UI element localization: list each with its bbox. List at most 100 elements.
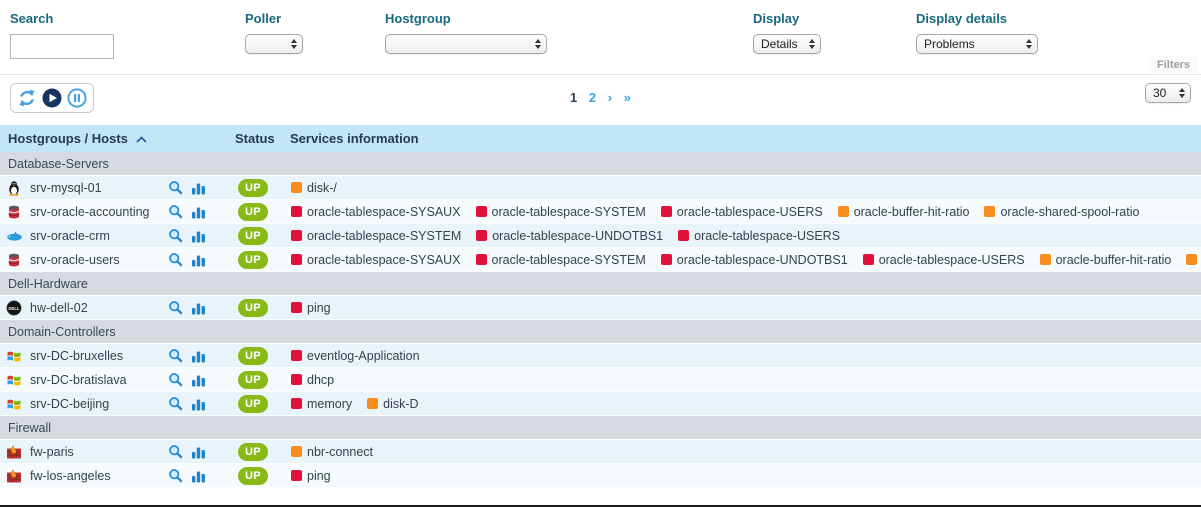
- page-current[interactable]: 1: [570, 90, 577, 105]
- performance-graph-icon[interactable]: [191, 397, 206, 411]
- host-link[interactable]: srv-DC-beijing: [30, 397, 109, 411]
- critical-status-square: [863, 254, 874, 265]
- view-service-details-icon[interactable]: [168, 228, 183, 243]
- column-header-hosts[interactable]: Hostgroups / Hosts: [0, 131, 235, 146]
- status-cell: UP: [235, 227, 290, 245]
- host-cell: DELLhw-dell-02: [0, 296, 235, 319]
- performance-graph-icon[interactable]: [191, 469, 206, 483]
- page-size-select[interactable]: 30: [1145, 83, 1191, 103]
- service-link[interactable]: disk-D: [383, 397, 418, 411]
- windows-icon: [6, 372, 23, 388]
- view-service-details-icon[interactable]: [168, 180, 183, 195]
- services-cell: disk-/: [290, 181, 1201, 195]
- critical-status-square: [476, 254, 487, 265]
- view-service-details-icon[interactable]: [168, 300, 183, 315]
- hostgroup-row[interactable]: Firewall: [0, 416, 1201, 440]
- performance-graph-icon[interactable]: [191, 445, 206, 459]
- service-link[interactable]: oracle-tablespace-SYSTEM: [492, 205, 646, 219]
- filters-button[interactable]: Filters: [1148, 56, 1199, 74]
- host-link[interactable]: srv-oracle-crm: [30, 229, 110, 243]
- performance-graph-icon[interactable]: [191, 253, 206, 267]
- service-link[interactable]: oracle-tablespace-USERS: [677, 205, 823, 219]
- page-last-link[interactable]: »: [624, 90, 631, 105]
- service-item: disk-D: [367, 397, 418, 411]
- column-header-services: Services information: [290, 131, 1201, 146]
- service-link[interactable]: oracle-tablespace-SYSTEM: [307, 229, 461, 243]
- hostgroup-row[interactable]: Domain-Controllers: [0, 320, 1201, 344]
- status-cell: UP: [235, 371, 290, 389]
- service-link[interactable]: oracle-tablespace-SYSTEM: [492, 253, 646, 267]
- warning-status-square: [838, 206, 849, 217]
- service-link[interactable]: oracle-tablespace-UNDOTBS1: [677, 253, 848, 267]
- host-link[interactable]: srv-oracle-accounting: [30, 205, 150, 219]
- services-cell: memory disk-D: [290, 397, 1201, 411]
- service-link[interactable]: ping: [307, 469, 331, 483]
- service-link[interactable]: oracle-shared-spool-ratio: [1000, 205, 1139, 219]
- critical-status-square: [291, 302, 302, 313]
- service-link[interactable]: disk-/: [307, 181, 337, 195]
- host-link[interactable]: fw-los-angeles: [30, 469, 111, 483]
- host-cell: srv-DC-bratislava: [0, 368, 235, 391]
- service-link[interactable]: oracle-buffer-hit-ratio: [1056, 253, 1172, 267]
- service-link[interactable]: oracle-tablespace-SYSAUX: [307, 253, 461, 267]
- service-link[interactable]: eventlog-Application: [307, 349, 420, 363]
- filter-field-hostgroup: Hostgroup: [385, 11, 547, 54]
- services-cell: dhcp: [290, 373, 1201, 387]
- view-service-details-icon[interactable]: [168, 204, 183, 219]
- performance-graph-icon[interactable]: [191, 349, 206, 363]
- performance-graph-icon[interactable]: [191, 301, 206, 315]
- display-details-select[interactable]: Problems: [916, 34, 1038, 54]
- critical-status-square: [661, 206, 672, 217]
- filter-label-display: Display: [753, 11, 821, 26]
- status-cell: UP: [235, 251, 290, 269]
- performance-graph-icon[interactable]: [191, 205, 206, 219]
- host-cell: fw-los-angeles: [0, 464, 235, 487]
- search-input[interactable]: [10, 34, 114, 59]
- view-service-details-icon[interactable]: [168, 252, 183, 267]
- service-link[interactable]: oracle-tablespace-USERS: [694, 229, 840, 243]
- filter-field-display-details: Display detailsProblems: [916, 11, 1038, 54]
- service-link[interactable]: ping: [307, 301, 331, 315]
- service-link[interactable]: oracle-tablespace-UNDOTBS1: [492, 229, 663, 243]
- service-item: oracle-tablespace-USERS: [661, 205, 823, 219]
- view-service-details-icon[interactable]: [168, 444, 183, 459]
- hostgroup-select[interactable]: [385, 34, 547, 54]
- view-service-details-icon[interactable]: [168, 348, 183, 363]
- status-cell: UP: [235, 203, 290, 221]
- host-link[interactable]: fw-paris: [30, 445, 74, 459]
- service-link[interactable]: oracle-tablespace-SYSAUX: [307, 205, 461, 219]
- status-cell: UP: [235, 443, 290, 461]
- critical-status-square: [291, 230, 302, 241]
- service-link[interactable]: dhcp: [307, 373, 334, 387]
- host-link[interactable]: srv-DC-bruxelles: [30, 349, 123, 363]
- database-icon: [6, 252, 23, 268]
- warning-status-square: [1186, 254, 1197, 265]
- page-next-link[interactable]: ›: [608, 90, 612, 105]
- hostgroup-row[interactable]: Database-Servers: [0, 152, 1201, 176]
- service-link[interactable]: memory: [307, 397, 352, 411]
- view-service-details-icon[interactable]: [168, 396, 183, 411]
- host-link[interactable]: srv-mysql-01: [30, 181, 102, 195]
- service-item: oracle-tablespace-SYSTEM: [476, 205, 646, 219]
- display-select-value: Details: [761, 37, 798, 51]
- performance-graph-icon[interactable]: [191, 181, 206, 195]
- host-link[interactable]: srv-oracle-users: [30, 253, 120, 267]
- performance-graph-icon[interactable]: [191, 373, 206, 387]
- host-link[interactable]: hw-dell-02: [30, 301, 88, 315]
- page-2-link[interactable]: 2: [589, 90, 596, 105]
- service-link[interactable]: oracle-buffer-hit-ratio: [854, 205, 970, 219]
- status-cell: UP: [235, 299, 290, 317]
- poller-select[interactable]: [245, 34, 303, 54]
- service-link[interactable]: nbr-connect: [307, 445, 373, 459]
- hostgroup-row[interactable]: Dell-Hardware: [0, 272, 1201, 296]
- host-link[interactable]: srv-DC-bratislava: [30, 373, 127, 387]
- view-service-details-icon[interactable]: [168, 468, 183, 483]
- display-select[interactable]: Details: [753, 34, 821, 54]
- hosts-table-body: Database-Servers srv-mysql-01 UP disk-/ srv-…: [0, 152, 1201, 488]
- database-icon: [6, 204, 23, 220]
- view-service-details-icon[interactable]: [168, 372, 183, 387]
- select-arrows-icon: [1179, 88, 1185, 98]
- service-link[interactable]: oracle-tablespace-USERS: [879, 253, 1025, 267]
- service-item: disk-/: [291, 181, 337, 195]
- performance-graph-icon[interactable]: [191, 229, 206, 243]
